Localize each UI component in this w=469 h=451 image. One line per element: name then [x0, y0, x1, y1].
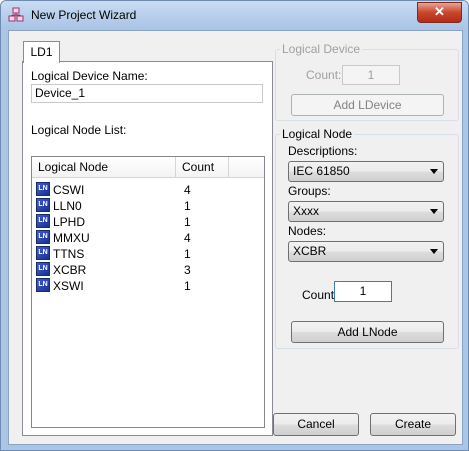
node-list-label: Logical Node List: [31, 123, 127, 137]
nodes-select[interactable]: XCBR [288, 241, 444, 262]
descriptions-select[interactable]: IEC 61850 [288, 161, 444, 182]
groups-select[interactable]: Xxxx [288, 201, 444, 222]
logical-node-list[interactable]: Logical Node Count LN CSWI 4 LN LLN0 1 L… [31, 156, 265, 428]
list-item[interactable]: LN CSWI 4 [32, 182, 264, 198]
logical-device-legend: Logical Device [280, 42, 363, 56]
nodes-selected-value: XCBR [293, 244, 327, 258]
chevron-down-icon [430, 249, 438, 254]
list-item[interactable]: LN LLN0 1 [32, 198, 264, 214]
node-count: 3 [184, 263, 191, 277]
create-button[interactable]: Create [370, 413, 456, 436]
wizard-window: New Project Wizard ✕ LD1 Logical Device … [0, 0, 469, 451]
ldevice-count-label: Count: [306, 68, 342, 82]
cancel-button[interactable]: Cancel [273, 413, 359, 436]
list-header: Logical Node Count [32, 157, 264, 178]
node-count: 1 [184, 279, 191, 293]
list-item[interactable]: LN MMXU 4 [32, 230, 264, 246]
node-count: 4 [184, 231, 191, 245]
descriptions-label: Descriptions: [288, 144, 358, 158]
chevron-down-icon [430, 169, 438, 174]
close-icon: ✕ [434, 4, 445, 19]
tab-page-ld1: Logical Device Name: Device_1 Logical No… [22, 61, 273, 436]
node-count: 1 [184, 215, 191, 229]
node-name: MMXU [53, 231, 90, 245]
chevron-down-icon [430, 209, 438, 214]
node-count: 4 [184, 183, 191, 197]
tab-ld1[interactable]: LD1 [23, 41, 60, 63]
lnode-count-label: Count: [302, 288, 338, 302]
logical-node-group: Logical Node Descriptions: IEC 61850 Gro… [275, 127, 459, 349]
node-name: TTNS [53, 247, 85, 261]
logical-node-icon: LN [36, 230, 50, 244]
list-item[interactable]: LN TTNS 1 [32, 246, 264, 262]
node-name: XSWI [53, 279, 84, 293]
logical-node-legend: Logical Node [280, 127, 355, 141]
device-name-label: Logical Device Name: [31, 69, 148, 83]
list-item[interactable]: LN XCBR 3 [32, 262, 264, 278]
column-header-logical-node[interactable]: Logical Node [32, 157, 176, 177]
node-count: 1 [184, 199, 191, 213]
logical-device-group: Logical Device Count: 1 Add LDevice [275, 42, 459, 121]
app-icon [8, 7, 24, 22]
title-bar[interactable]: New Project Wizard ✕ [1, 1, 468, 29]
node-name: LPHD [53, 215, 86, 229]
window-title: New Project Wizard [31, 8, 137, 22]
node-name: CSWI [53, 183, 85, 197]
node-name: LLN0 [53, 199, 82, 213]
logical-node-icon: LN [36, 246, 50, 260]
close-button[interactable]: ✕ [417, 2, 462, 23]
dialog-body: LD1 Logical Device Name: Device_1 Logica… [8, 30, 463, 445]
add-lnode-button[interactable]: Add LNode [291, 321, 444, 343]
groups-selected-value: Xxxx [293, 204, 320, 218]
descriptions-selected-value: IEC 61850 [293, 164, 350, 178]
groups-label: Groups: [288, 184, 331, 198]
logical-node-icon: LN [36, 278, 50, 292]
node-count: 1 [184, 247, 191, 261]
nodes-label: Nodes: [288, 224, 327, 238]
list-item[interactable]: LN XSWI 1 [32, 278, 264, 294]
list-item[interactable]: LN LPHD 1 [32, 214, 264, 230]
logical-node-icon: LN [36, 198, 50, 212]
add-ldevice-button[interactable]: Add LDevice [291, 94, 444, 116]
ldevice-count-field[interactable]: 1 [342, 65, 400, 85]
device-name-field[interactable]: Device_1 [31, 84, 263, 103]
logical-node-icon: LN [36, 262, 50, 276]
logical-node-icon: LN [36, 182, 50, 196]
logical-node-icon: LN [36, 214, 50, 228]
node-name: XCBR [53, 263, 87, 277]
column-header-count[interactable]: Count [176, 157, 229, 177]
lnode-count-field[interactable]: 1 [334, 281, 392, 302]
